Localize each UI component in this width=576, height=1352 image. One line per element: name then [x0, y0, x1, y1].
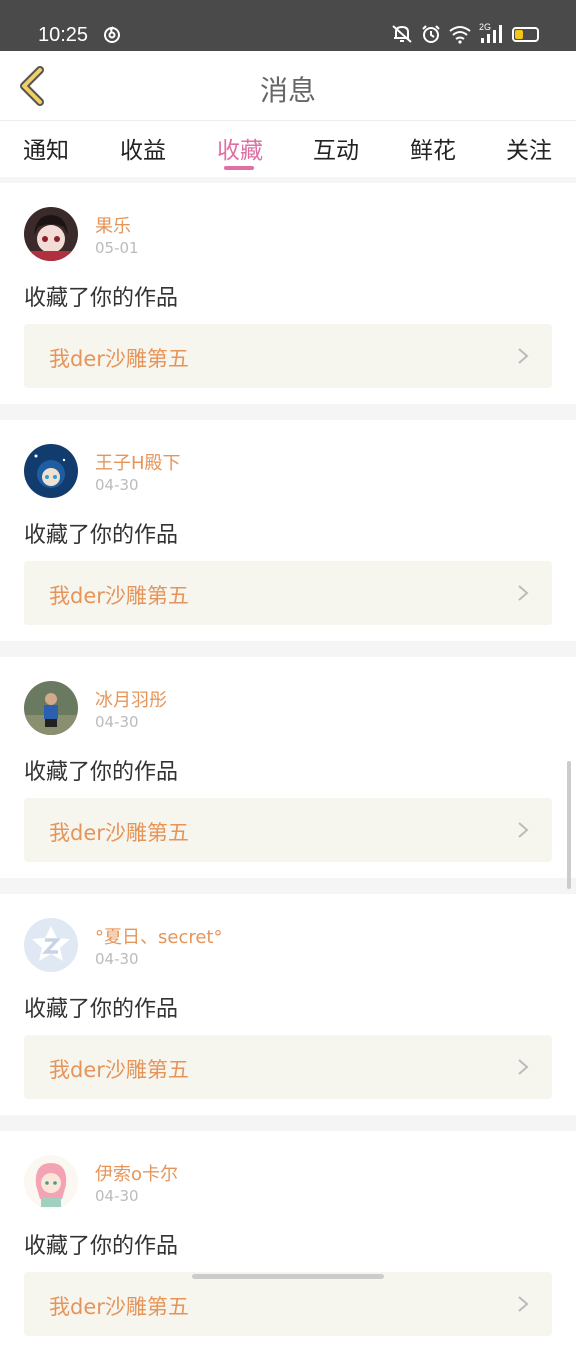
chevron-right-icon [518, 1296, 529, 1312]
wifi-icon [448, 24, 472, 50]
work-title: 我der沙雕第五 [49, 821, 189, 845]
work-link[interactable]: 我der沙雕第五 [24, 324, 552, 388]
work-title: 我der沙雕第五 [49, 347, 189, 371]
message-text: 收藏了你的作品 [24, 286, 179, 311]
work-title: 我der沙雕第五 [49, 584, 189, 608]
user-name[interactable]: 王子H殿下 [95, 449, 181, 475]
work-link[interactable]: 我der沙雕第五 [24, 798, 552, 862]
tab-bar: 通知 收益 收藏 互动 鲜花 关注 [0, 121, 576, 177]
avatar[interactable] [24, 207, 78, 261]
default-avatar-icon [24, 918, 78, 972]
tab-earnings[interactable]: 收益 [120, 131, 166, 165]
work-link[interactable]: 我der沙雕第五 [24, 1035, 552, 1099]
app-header: 消息 [0, 51, 576, 121]
user-name[interactable]: 果乐 [95, 212, 131, 238]
date: 04-30 [95, 713, 139, 731]
user-name[interactable]: 伊索o卡尔 [95, 1160, 178, 1186]
list-item: °夏日、secret° 04-30 收藏了你的作品 我der沙雕第五 [0, 894, 576, 1115]
alarm-icon [421, 24, 441, 50]
list-item: 王子H殿下 04-30 收藏了你的作品 我der沙雕第五 [0, 420, 576, 641]
avatar[interactable] [24, 1155, 78, 1209]
message-text: 收藏了你的作品 [24, 1234, 179, 1259]
chevron-right-icon [518, 348, 529, 364]
avatar[interactable] [24, 444, 78, 498]
battery-icon [512, 27, 539, 42]
work-link[interactable]: 我der沙雕第五 [24, 561, 552, 625]
netease-music-icon [102, 24, 122, 50]
chevron-right-icon [518, 822, 529, 838]
date: 05-01 [95, 239, 139, 257]
chevron-right-icon [518, 1059, 529, 1075]
work-link[interactable]: 我der沙雕第五 [24, 1272, 552, 1336]
work-title: 我der沙雕第五 [49, 1058, 189, 1082]
date: 04-30 [95, 950, 139, 968]
avatar[interactable] [24, 681, 78, 735]
list-item: 果乐 05-01 收藏了你的作品 我der沙雕第五 [0, 183, 576, 404]
message-text: 收藏了你的作品 [24, 523, 179, 548]
network-label: 2G [479, 22, 491, 32]
status-bar: 10:25 2G [0, 0, 576, 51]
tab-interactions[interactable]: 互动 [313, 131, 359, 165]
work-title: 我der沙雕第五 [49, 1295, 189, 1319]
home-indicator[interactable] [192, 1274, 384, 1279]
user-name[interactable]: 冰月羽彤 [95, 686, 167, 712]
mute-icon [390, 24, 414, 50]
date: 04-30 [95, 476, 139, 494]
chevron-right-icon [518, 585, 529, 601]
tab-notifications[interactable]: 通知 [23, 131, 69, 165]
tab-active-indicator [224, 166, 254, 170]
date: 04-30 [95, 1187, 139, 1205]
list-item: 冰月羽彤 04-30 收藏了你的作品 我der沙雕第五 [0, 657, 576, 878]
tab-favorites[interactable]: 收藏 [217, 131, 263, 165]
tab-flowers[interactable]: 鲜花 [410, 131, 456, 165]
page-title: 消息 [259, 74, 316, 107]
signal-2g-icon: 2G [478, 20, 506, 52]
message-text: 收藏了你的作品 [24, 760, 179, 785]
list-item: 伊索o卡尔 04-30 收藏了你的作品 我der沙雕第五 [0, 1131, 576, 1352]
status-time: 10:25 [38, 24, 89, 46]
scrollbar[interactable] [567, 761, 571, 889]
user-name[interactable]: °夏日、secret° [95, 923, 223, 949]
tab-follows[interactable]: 关注 [506, 131, 552, 165]
message-text: 收藏了你的作品 [24, 997, 179, 1022]
avatar[interactable] [24, 918, 78, 972]
